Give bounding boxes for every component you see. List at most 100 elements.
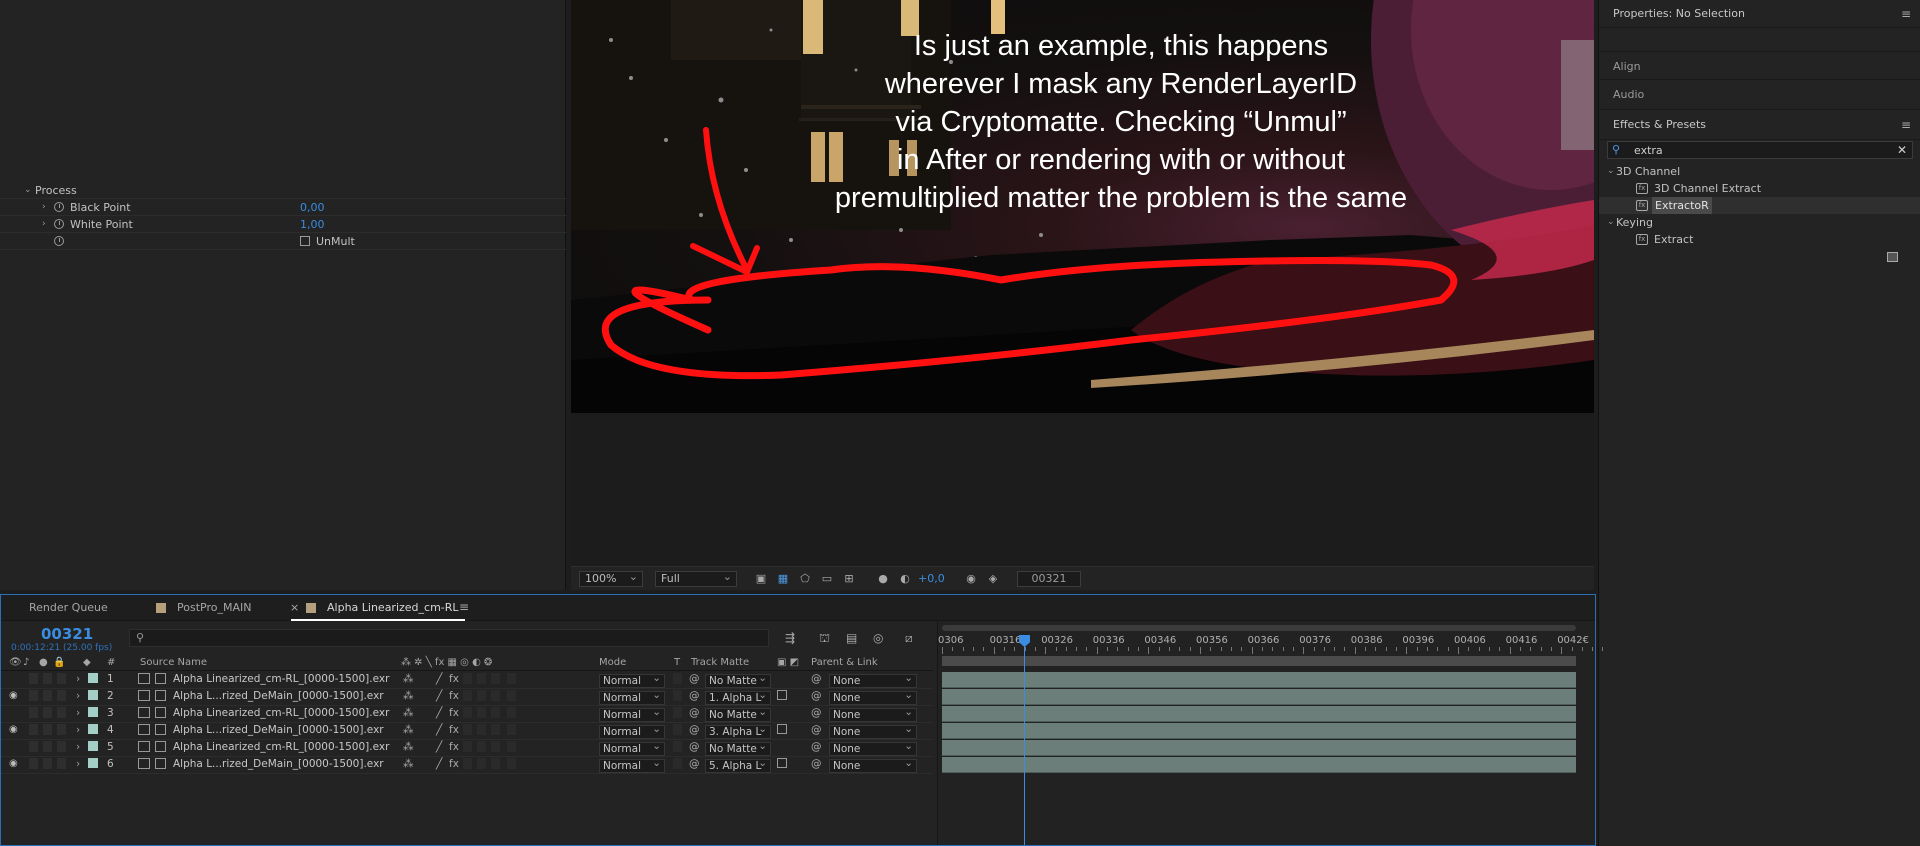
effects-search-input[interactable]: ⚲ extra ✕ — [1607, 141, 1913, 159]
layer-duration-bar[interactable] — [942, 723, 1576, 739]
playhead-line[interactable] — [1024, 635, 1025, 845]
lock-column-icon[interactable]: 🔒 — [53, 657, 65, 668]
frame-blend-switch[interactable] — [463, 707, 472, 718]
track-matte-select[interactable]: 1. Alpha L — [705, 691, 771, 705]
audio-toggle[interactable] — [29, 673, 38, 684]
time-graph[interactable]: 0306 00316 00326 00336 00346 00356 00366 00376 0… — [937, 621, 1604, 845]
pick-whip-icon[interactable]: @ — [689, 724, 700, 736]
quality-switch-icon[interactable]: ╱ — [436, 673, 442, 685]
tree-effect-3d-channel-extract[interactable]: fx 3D Channel Extract — [1599, 180, 1920, 197]
parent-pick-whip-icon[interactable]: @ — [811, 707, 822, 719]
layer-source-name[interactable]: Alpha L...rized_DeMain_[0000-1500].exr — [173, 758, 384, 770]
chevron-right-icon[interactable]: › — [76, 707, 80, 719]
frame-blend-switch[interactable] — [463, 724, 472, 735]
mask-path-icon[interactable]: ⬠ — [798, 572, 812, 586]
layer-search-input[interactable]: ⚲ — [129, 629, 769, 647]
layer-source-name[interactable]: Alpha L...rized_DeMain_[0000-1500].exr — [173, 724, 384, 736]
shy-switch-icon[interactable]: ⁂ — [403, 690, 414, 702]
chevron-right-icon[interactable]: › — [42, 202, 46, 212]
parent-pick-whip-icon[interactable]: @ — [811, 673, 822, 685]
solo-toggle[interactable] — [43, 741, 52, 752]
exposure-value[interactable]: +0,0 — [918, 572, 945, 585]
frame-blend-switch[interactable] — [463, 673, 472, 684]
stopwatch-icon[interactable] — [54, 202, 64, 212]
shy-switch-icon[interactable]: ⁂ — [403, 707, 414, 719]
layer-source-name[interactable]: Alpha Linearized_cm-RL_[0000-1500].exr — [173, 707, 389, 719]
tree-folder-3d-channel[interactable]: ⌄ 3D Channel — [1599, 163, 1920, 180]
tree-folder-keying[interactable]: ⌄ Keying — [1599, 214, 1920, 231]
3d-layer-switch[interactable] — [507, 741, 516, 752]
shy-switch-icon[interactable]: ⁂ — [403, 741, 414, 753]
eye-icon[interactable]: ◉ — [9, 758, 18, 769]
preserve-transparency-toggle[interactable] — [673, 690, 682, 701]
column-parent-link[interactable]: Parent & Link — [811, 657, 878, 668]
work-area-bar[interactable] — [942, 656, 1576, 666]
motion-blur-switch[interactable] — [477, 758, 486, 769]
stopwatch-icon[interactable] — [54, 236, 64, 246]
motion-blur-switch[interactable] — [477, 690, 486, 701]
graph-editor-icon[interactable]: ⧄ — [905, 631, 913, 646]
shy-layers-icon[interactable]: ⛫ — [819, 631, 830, 647]
solo-toggle[interactable] — [43, 724, 52, 735]
audio-toggle[interactable] — [29, 690, 38, 701]
panel-menu-icon[interactable]: ≡ — [1901, 0, 1911, 28]
chevron-right-icon[interactable]: › — [76, 724, 80, 736]
properties-panel-header[interactable]: Properties: No Selection ≡ — [1599, 0, 1920, 28]
layer-source-name[interactable]: Alpha Linearized_cm-RL_[0000-1500].exr — [173, 741, 389, 753]
motion-blur-switch[interactable] — [477, 724, 486, 735]
shy-switch-icon[interactable]: ⁂ — [403, 758, 414, 770]
preserve-transparency-toggle[interactable] — [673, 707, 682, 718]
adjustment-switch[interactable] — [491, 673, 500, 684]
preserve-transparency-toggle[interactable] — [673, 758, 682, 769]
panel-menu-icon[interactable]: ≡ — [1901, 110, 1911, 140]
transparency-grid-icon[interactable]: ▦ — [776, 572, 790, 586]
adjustment-switch[interactable] — [491, 690, 500, 701]
quality-switch-icon[interactable]: ╱ — [436, 690, 442, 702]
resolution-select[interactable]: Full — [655, 570, 737, 587]
color-management-icon[interactable]: ◐ — [898, 572, 912, 586]
frame-blend-switch[interactable] — [463, 758, 472, 769]
preserve-transparency-toggle[interactable] — [673, 741, 682, 752]
fx-switch-icon[interactable]: fx — [449, 724, 459, 736]
track-matte-select[interactable]: No Matte — [705, 742, 771, 756]
layer-row[interactable]: ◉ › 6 Alpha L...rized_DeMain_[0000-1500].ex… — [1, 757, 933, 774]
layer-source-name[interactable]: Alpha Linearized_cm-RL_[0000-1500].exr — [173, 673, 389, 685]
chevron-down-icon[interactable]: ⌄ — [1607, 214, 1615, 231]
motion-blur-switch[interactable] — [477, 741, 486, 752]
layer-row[interactable]: ◉ › 2 Alpha L...rized_DeMain_[0000-1500].ex… — [1, 689, 933, 706]
motion-blur-switch[interactable] — [477, 673, 486, 684]
parent-pick-whip-icon[interactable]: @ — [811, 758, 822, 770]
layer-label-color[interactable] — [88, 758, 98, 768]
audio-toggle[interactable] — [29, 707, 38, 718]
parent-select[interactable]: None — [829, 708, 917, 722]
3d-layer-switch[interactable] — [507, 673, 516, 684]
column-mode[interactable]: Mode — [599, 657, 626, 668]
audio-panel-header[interactable]: Audio — [1599, 80, 1920, 110]
composition-viewer[interactable]: Is just an example, this happens whereve… — [571, 0, 1594, 590]
matte-alpha-icon[interactable] — [777, 690, 787, 700]
motion-blur-icon[interactable]: ◎ — [873, 631, 883, 645]
parent-select[interactable]: None — [829, 742, 917, 756]
solo-toggle[interactable] — [43, 758, 52, 769]
fx-prop-value[interactable]: 0,00 — [300, 201, 325, 214]
lock-toggle[interactable] — [57, 690, 66, 701]
layer-duration-bar[interactable] — [942, 706, 1576, 722]
adjustment-switch[interactable] — [491, 758, 500, 769]
3d-layer-switch[interactable] — [507, 690, 516, 701]
fx-switch-icon[interactable]: fx — [449, 673, 459, 685]
align-panel-header[interactable]: Align — [1599, 51, 1920, 80]
parent-select[interactable]: None — [829, 674, 917, 688]
panel-menu-icon[interactable]: ≡ — [459, 600, 469, 614]
layer-label-color[interactable] — [88, 690, 98, 700]
layer-label-color[interactable] — [88, 707, 98, 717]
pick-whip-icon[interactable]: @ — [689, 758, 700, 770]
lock-toggle[interactable] — [57, 673, 66, 684]
solo-toggle[interactable] — [43, 673, 52, 684]
clear-search-icon[interactable]: ✕ — [1897, 143, 1907, 157]
layer-duration-bar[interactable] — [942, 740, 1576, 756]
layer-row[interactable]: › 5 Alpha Linearized_cm-RL_[0000-1500].exr… — [1, 740, 933, 757]
blend-mode-select[interactable]: Normal — [599, 759, 665, 773]
show-snapshot-icon[interactable]: ◈ — [986, 572, 1000, 586]
chevron-down-icon[interactable]: ⌄ — [24, 185, 32, 195]
audio-toggle[interactable] — [29, 758, 38, 769]
